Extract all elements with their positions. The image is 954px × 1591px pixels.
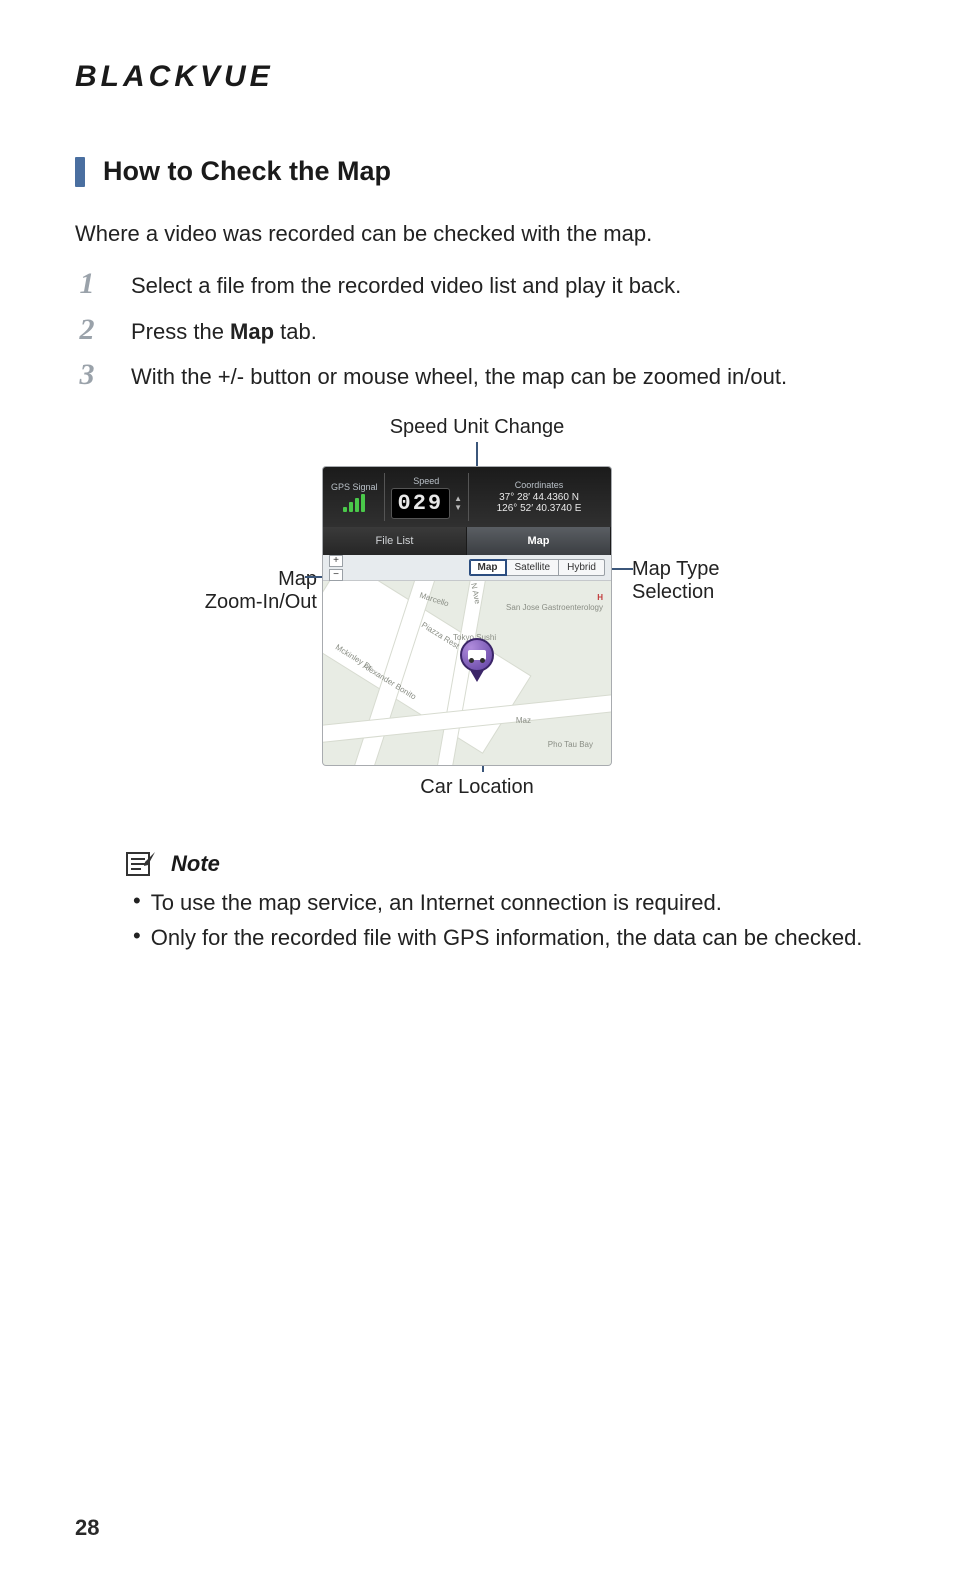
step-text: Select a file from the recorded video li… bbox=[131, 271, 681, 301]
step-text-part: Press the bbox=[131, 319, 230, 344]
tab-file-list[interactable]: File List bbox=[323, 527, 467, 555]
map-type-satellite-button[interactable]: Satellite bbox=[507, 559, 560, 576]
brand-logo: BLACKVUE bbox=[75, 60, 879, 94]
note-item: • Only for the recorded file with GPS in… bbox=[133, 923, 879, 954]
note-icon bbox=[125, 850, 157, 878]
divider bbox=[384, 473, 385, 521]
map-figure: Speed Unit Change Map Zoom-In/Out Map Ty… bbox=[127, 416, 827, 796]
step-2: 2 Press the Map tab. bbox=[75, 317, 879, 347]
map-type-map-button[interactable]: Map bbox=[469, 559, 507, 576]
bullet-icon: • bbox=[133, 923, 141, 949]
step-text-bold: Map bbox=[230, 319, 274, 344]
note-list: • To use the map service, an Internet co… bbox=[133, 888, 879, 954]
callout-zoom-line2: Zoom-In/Out bbox=[205, 591, 317, 614]
poi-label: Pho Tau Bay bbox=[548, 740, 593, 749]
step-number: 3 bbox=[75, 360, 99, 390]
callout-zoom-line1: Map bbox=[205, 568, 317, 591]
note-title: Note bbox=[171, 851, 220, 877]
section: How to Check the Map Where a video was r… bbox=[75, 156, 879, 954]
coordinate-lon: 126° 52′ 40.3740 E bbox=[497, 503, 582, 514]
section-bar-icon bbox=[75, 157, 85, 187]
step-3: 3 With the +/- button or mouse wheel, th… bbox=[75, 362, 879, 392]
poi-label: San Jose Gastroenterology bbox=[506, 603, 603, 612]
coordinate-lat: 37° 28′ 44.4360 N bbox=[499, 492, 579, 503]
callout-map-type: Map Type Selection bbox=[632, 558, 719, 604]
callout-car-location: Car Location bbox=[420, 776, 533, 799]
note-text: Only for the recorded file with GPS info… bbox=[151, 923, 863, 954]
page-number: 28 bbox=[75, 1515, 99, 1541]
step-1: 1 Select a file from the recorded video … bbox=[75, 271, 879, 301]
gps-label: GPS Signal bbox=[331, 482, 378, 492]
device-top-bar: GPS Signal Speed 029 ▲▼ Coordinates bbox=[323, 467, 611, 527]
speed-cell: Speed 029 ▲▼ bbox=[391, 473, 463, 521]
coordinates-cell: Coordinates 37° 28′ 44.4360 N 126° 52′ 4… bbox=[475, 473, 603, 521]
section-title: How to Check the Map bbox=[103, 156, 391, 187]
map-type-hybrid-button[interactable]: Hybrid bbox=[559, 559, 605, 576]
speed-unit-toggle[interactable]: ▲▼ bbox=[454, 495, 462, 512]
callout-type-line1: Map Type bbox=[632, 558, 719, 581]
note-block: Note • To use the map service, an Intern… bbox=[125, 850, 879, 954]
note-item: • To use the map service, an Internet co… bbox=[133, 888, 879, 919]
callout-zoom: Map Zoom-In/Out bbox=[205, 568, 317, 614]
map-canvas[interactable]: Mckinley Dr Alexander Bonito Piazza Rest… bbox=[323, 581, 611, 766]
section-heading: How to Check the Map bbox=[75, 156, 879, 187]
note-heading: Note bbox=[125, 850, 879, 878]
note-text: To use the map service, an Internet conn… bbox=[151, 888, 722, 919]
car-pin-icon bbox=[460, 638, 494, 682]
device-map-toolbar: + − Map Satellite Hybrid bbox=[323, 555, 611, 581]
map-type-selector: Map Satellite Hybrid bbox=[349, 559, 605, 576]
step-text-part: tab. bbox=[274, 319, 317, 344]
step-text: With the +/- button or mouse wheel, the … bbox=[131, 362, 787, 392]
coords-label: Coordinates bbox=[515, 480, 564, 490]
speed-label: Speed bbox=[413, 476, 439, 486]
section-intro: Where a video was recorded can be checke… bbox=[75, 221, 879, 247]
signal-bars-icon bbox=[343, 494, 365, 512]
callout-speed-unit: Speed Unit Change bbox=[390, 416, 565, 439]
step-text: Press the Map tab. bbox=[131, 317, 317, 347]
tab-map[interactable]: Map bbox=[467, 527, 611, 555]
zoom-out-button[interactable]: − bbox=[329, 569, 343, 581]
zoom-control: + − bbox=[329, 555, 343, 581]
poi-label: Maz bbox=[516, 716, 531, 725]
device-tabs: File List Map bbox=[323, 527, 611, 555]
callout-type-line2: Selection bbox=[632, 581, 719, 604]
step-text-part: With the +/- button or mouse wheel, the … bbox=[131, 364, 787, 389]
chevron-up-icon: ▲ bbox=[454, 495, 462, 503]
gps-signal-cell: GPS Signal bbox=[331, 473, 378, 521]
hospital-icon: H bbox=[597, 593, 603, 602]
divider bbox=[468, 473, 469, 521]
zoom-in-button[interactable]: + bbox=[329, 555, 343, 567]
step-text-part: Select a file from the recorded video li… bbox=[131, 273, 681, 298]
device-screenshot: GPS Signal Speed 029 ▲▼ Coordinates bbox=[322, 466, 612, 766]
steps-list: 1 Select a file from the recorded video … bbox=[75, 271, 879, 392]
bullet-icon: • bbox=[133, 888, 141, 914]
step-number: 1 bbox=[75, 269, 99, 299]
speed-value: 029 bbox=[391, 488, 451, 519]
chevron-down-icon: ▼ bbox=[454, 504, 462, 512]
step-number: 2 bbox=[75, 315, 99, 345]
